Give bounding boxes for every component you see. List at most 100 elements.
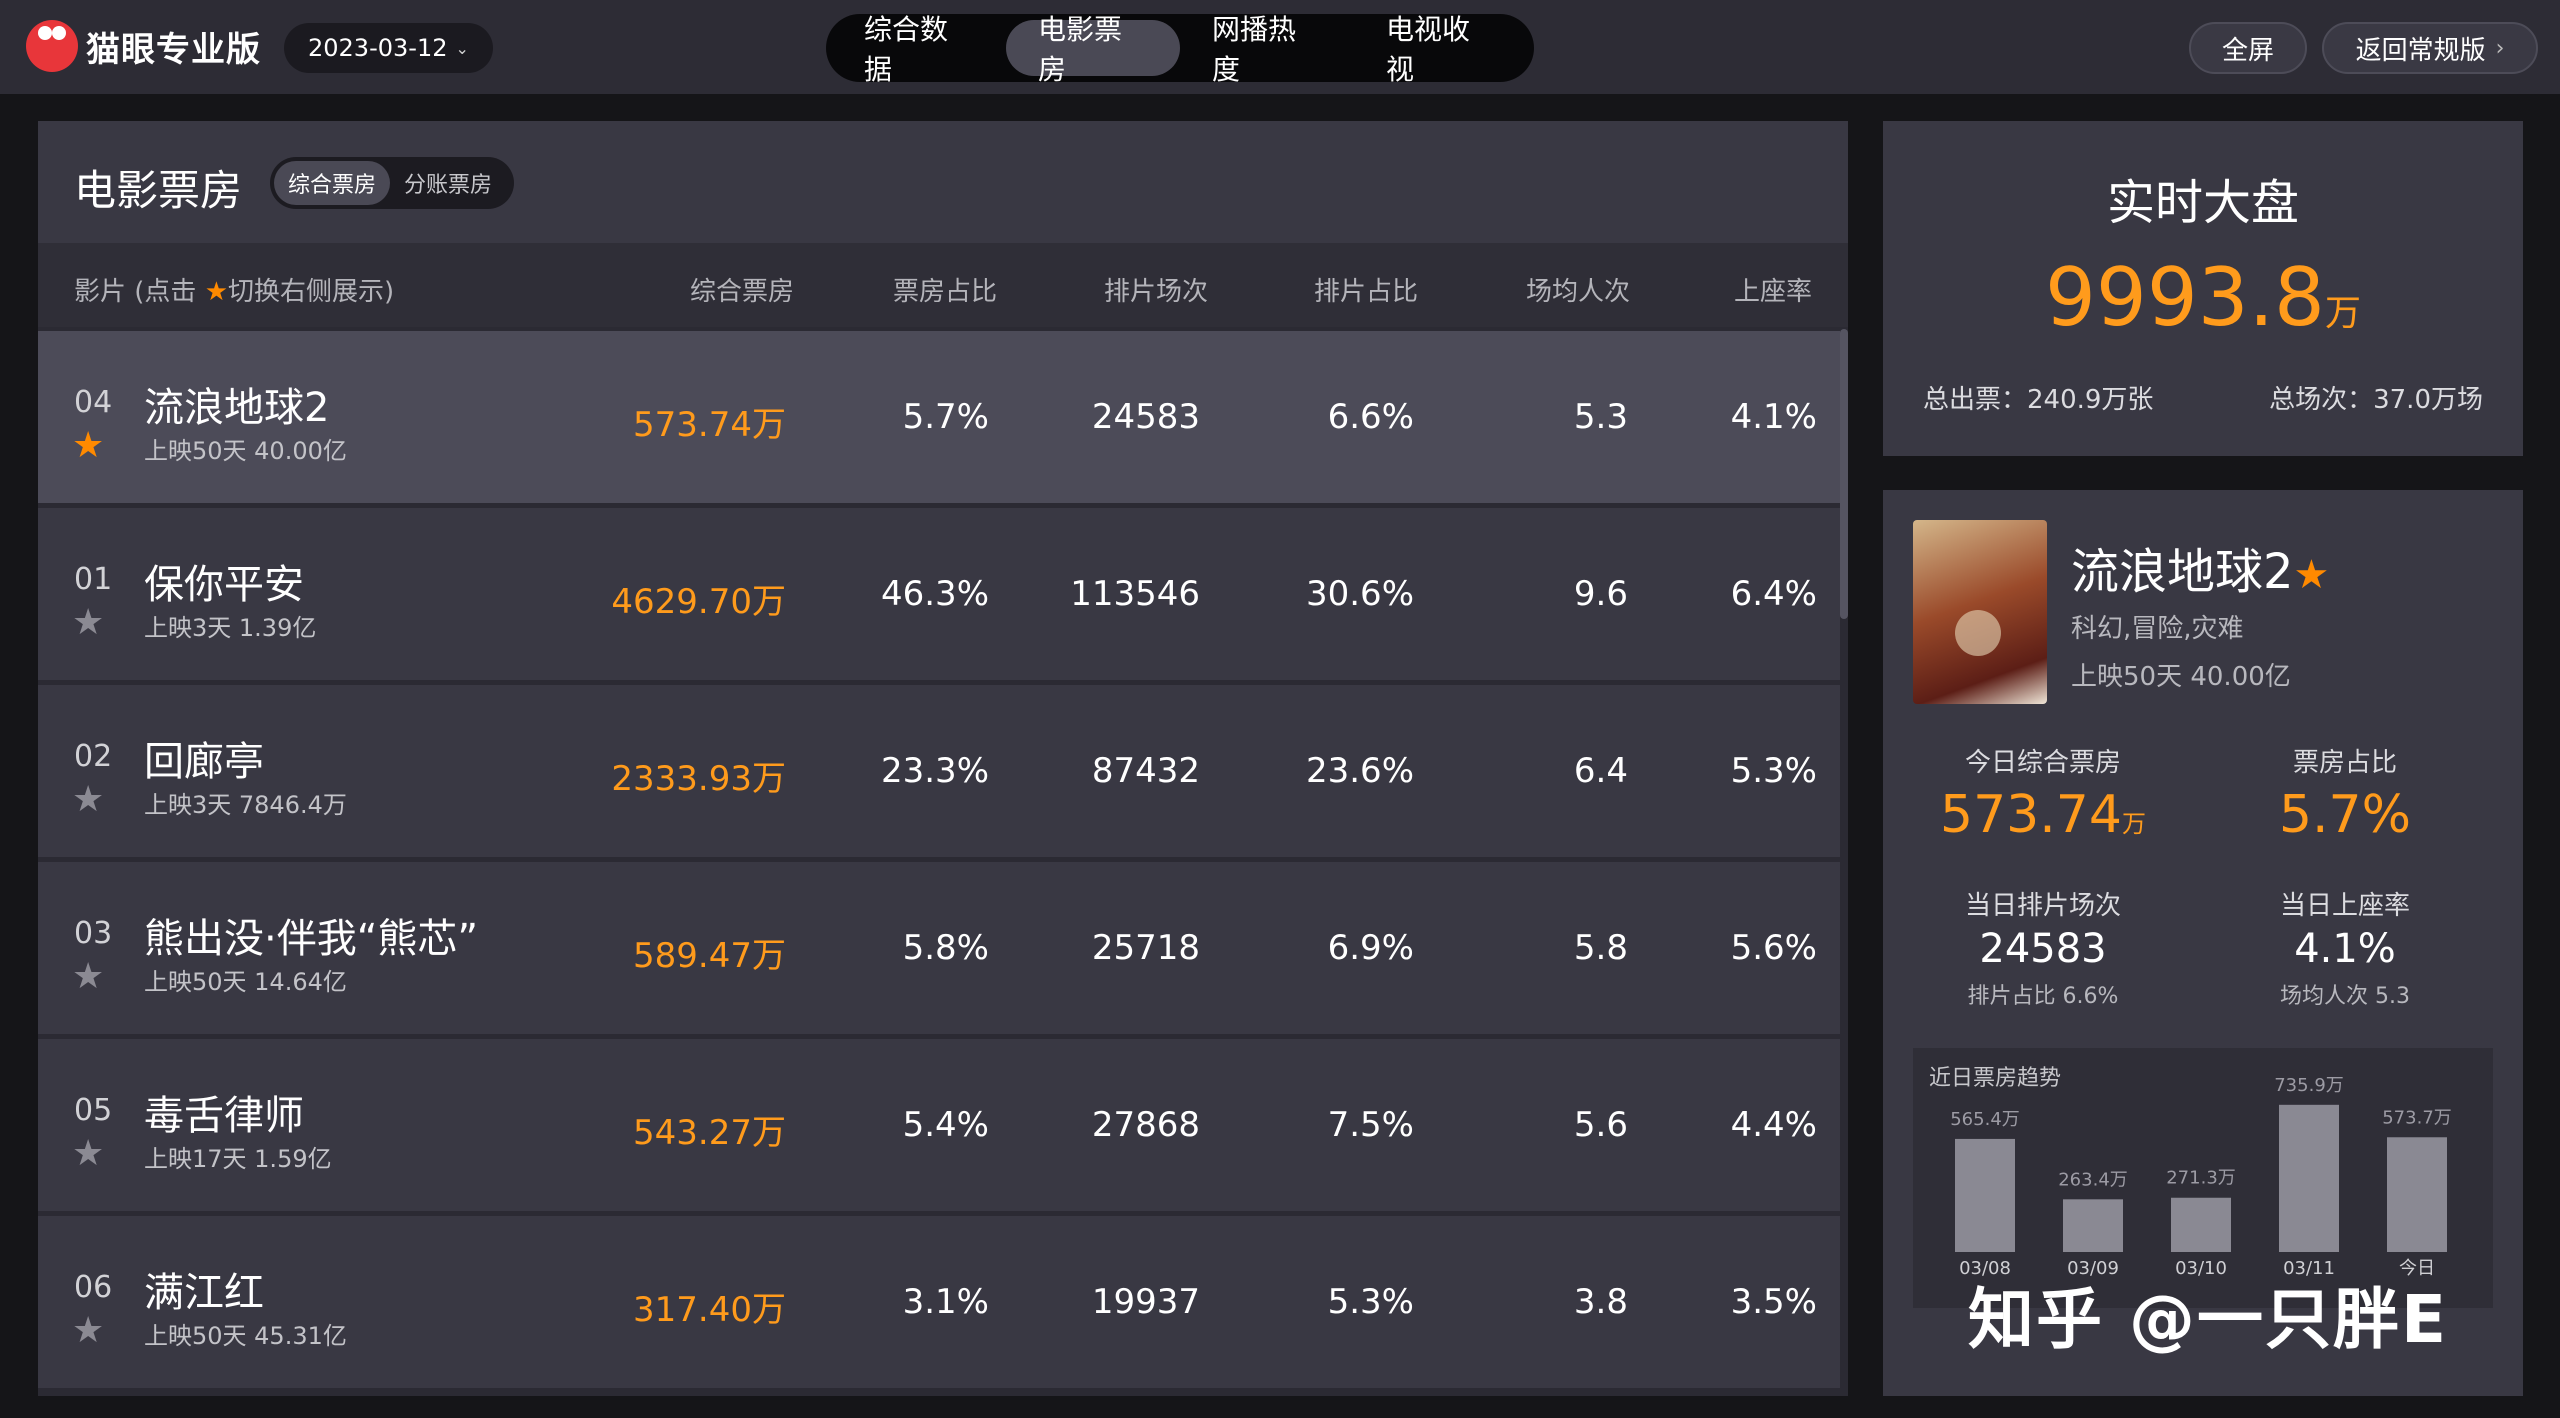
box-ratio: 5.8% — [902, 928, 989, 968]
realtime-value: 9993.8 — [2045, 251, 2325, 344]
box-office: 4629.70万 — [611, 582, 786, 622]
show-ratio: 5.3% — [1327, 1282, 1414, 1322]
detail-name-text: 流浪地球2 — [2071, 544, 2294, 600]
movie-name: 满江红 — [144, 1270, 264, 1316]
box-office: 573.74万 — [633, 405, 786, 445]
chevron-right-icon: › — [2495, 35, 2505, 61]
brand-name: 猫眼专业版 — [86, 29, 261, 70]
col-film: 影片 (点击 ★切换右侧展示) — [74, 271, 394, 308]
seat-rate: 4.4% — [1730, 1105, 1817, 1145]
today-box-value: 573.74 — [1940, 785, 2122, 845]
table-row[interactable]: 06 ★ 满江红 上映50天 45.31亿 317.40万 3.1% 19937 5.3% 3.… — [38, 1216, 1840, 1388]
movie-name: 流浪地球2 — [144, 385, 330, 431]
box-ratio: 5.4% — [902, 1105, 989, 1145]
movie-name: 回廊亭 — [144, 739, 264, 785]
back-to-normal-button[interactable]: 返回常规版 › — [2322, 22, 2538, 74]
show-count: 113546 — [1070, 574, 1200, 614]
col-film-pre: 影片 (点击 — [74, 277, 197, 307]
col-show-ratio[interactable]: 排片占比 — [1314, 271, 1418, 308]
show-count: 25718 — [1091, 928, 1200, 968]
table-row[interactable]: 02 ★ 回廊亭 上映3天 7846.4万 2333.93万 23.3% 87432 23.6… — [38, 685, 1840, 857]
table-row[interactable]: 01 ★ 保你平安 上映3天 1.39亿 4629.70万 46.3% 113546 30.6… — [38, 508, 1840, 680]
show-ratio: 6.6% — [1327, 397, 1414, 437]
movie-release-info: 上映17天 1.59亿 — [144, 1145, 332, 1173]
table-row[interactable]: 03 ★ 熊出没·伴我“熊芯” 上映50天 14.64亿 589.47万 5.8% 2571… — [38, 862, 1840, 1034]
star-icon: ★ — [204, 277, 228, 307]
stat-value: 4.1% — [2294, 926, 2396, 972]
top-bar: 猫眼专业版 2023-03-12 ⌄ 综合数据 电影票房 网播热度 电视收视 全… — [0, 0, 2560, 94]
bar-今日[interactable] — [2387, 1137, 2447, 1252]
bar-03/10[interactable] — [2171, 1197, 2231, 1252]
rank: 03 — [74, 916, 113, 951]
chevron-down-icon: ⌄ — [455, 38, 469, 58]
today-box-unit: 万 — [2121, 810, 2146, 838]
bar-value-label: 573.7万 — [2382, 1107, 2452, 1128]
bar-value-label: 271.3万 — [2166, 1168, 2236, 1189]
col-box-ratio[interactable]: 票房占比 — [893, 271, 997, 308]
bar-03/09[interactable] — [2063, 1199, 2123, 1252]
bar-03/08[interactable] — [1955, 1138, 2015, 1252]
box-office-table-panel: 电影票房 综合票房 分账票房 影片 (点击 ★切换右侧展示) 综合票房 票房占比… — [38, 121, 1848, 1396]
rank: 02 — [74, 739, 113, 774]
col-seat[interactable]: 上座率 — [1734, 271, 1812, 308]
star-icon[interactable]: ★ — [72, 1133, 104, 1174]
detail-days: 上映50天 40.00亿 — [2071, 662, 2291, 692]
show-ratio: 30.6% — [1305, 574, 1414, 614]
bar-value-label: 565.4万 — [1950, 1109, 2020, 1130]
tab-overview[interactable]: 综合数据 — [832, 13, 1006, 86]
movie-detail-panel: 流浪地球2★ 科幻,冒险,灾难 上映50天 40.00亿 今日综合票房 573.… — [1883, 490, 2523, 1396]
realtime-panel: 实时大盘 9993.8万 总出票：240.9万张 总场次：37.0万场 — [1883, 121, 2523, 456]
star-icon[interactable]: ★ — [72, 956, 104, 997]
box-office: 589.47万 — [633, 936, 786, 976]
stat-sub: 场均人次 5.3 — [2280, 984, 2410, 1009]
avg-attendance: 5.6 — [1573, 1105, 1628, 1145]
show-count: 27868 — [1091, 1105, 1200, 1145]
seg-composite[interactable]: 综合票房 — [274, 161, 391, 205]
rank: 04 — [74, 385, 113, 420]
col-box[interactable]: 综合票房 — [690, 271, 794, 308]
page-title: 电影票房 — [74, 166, 243, 215]
brand-logo[interactable]: 猫眼专业版 — [26, 20, 261, 72]
star-icon[interactable]: ★ — [72, 425, 104, 466]
stat-shows: 当日排片场次 24583 排片占比 6.6% — [1913, 885, 2173, 1010]
col-avg[interactable]: 场均人次 — [1526, 271, 1630, 308]
col-shows[interactable]: 排片场次 — [1104, 271, 1208, 308]
star-icon[interactable]: ★ — [72, 1310, 104, 1351]
avg-attendance: 5.3 — [1573, 397, 1628, 437]
seat-rate: 3.5% — [1730, 1282, 1817, 1322]
box-office: 317.40万 — [633, 1290, 786, 1330]
stat-box-ratio: 票房占比 5.7% — [2215, 742, 2475, 845]
table-row[interactable]: 05 ★ 毒舌律师 上映17天 1.59亿 543.27万 5.4% 27868 7.5% 5.… — [38, 1039, 1840, 1211]
stat-sub: 排片占比 6.6% — [1967, 984, 2119, 1009]
table-row[interactable]: 04 ★ 流浪地球2 上映50天 40.00亿 573.74万 5.7% 24583 6.6%… — [38, 331, 1840, 503]
tab-tv-ratings[interactable]: 电视收视 — [1354, 13, 1528, 86]
seg-split[interactable]: 分账票房 — [390, 161, 506, 205]
date-value: 2023-03-12 — [308, 34, 448, 62]
box-ratio: 5.7% — [902, 397, 989, 437]
bar-03/11[interactable] — [2279, 1104, 2339, 1252]
star-icon[interactable]: ★ — [72, 779, 104, 820]
stat-label: 当日上座率 — [2279, 891, 2410, 921]
avg-attendance: 3.8 — [1573, 1282, 1628, 1322]
stat-seat-rate: 当日上座率 4.1% 场均人次 5.3 — [2215, 885, 2475, 1010]
seat-rate: 5.3% — [1730, 751, 1817, 791]
rank: 01 — [74, 562, 113, 597]
avg-attendance: 6.4 — [1573, 751, 1628, 791]
stat-value: 5.7% — [2278, 785, 2412, 845]
scrollbar[interactable] — [1840, 329, 1848, 619]
tab-web-heat[interactable]: 网播热度 — [1180, 13, 1354, 86]
total-tickets: 总出票：240.9万张 — [1923, 385, 2154, 415]
bar-value-label: 735.9万 — [2274, 1075, 2344, 1096]
box-office: 2333.93万 — [611, 759, 786, 799]
tab-movie-box-office[interactable]: 电影票房 — [1006, 13, 1180, 86]
seat-rate: 5.6% — [1730, 928, 1817, 968]
star-icon[interactable]: ★ — [72, 602, 104, 643]
table-header-bar: 电影票房 综合票房 分账票房 — [38, 121, 1848, 243]
date-selector[interactable]: 2023-03-12 ⌄ — [284, 23, 493, 73]
detail-movie-name: 流浪地球2★ — [2071, 532, 2329, 602]
movie-name: 熊出没·伴我“熊芯” — [144, 916, 479, 962]
realtime-title: 实时大盘 — [2106, 175, 2299, 231]
star-icon[interactable]: ★ — [2294, 552, 2330, 598]
fullscreen-button[interactable]: 全屏 — [2189, 22, 2307, 74]
movie-release-info: 上映3天 7846.4万 — [144, 791, 347, 819]
